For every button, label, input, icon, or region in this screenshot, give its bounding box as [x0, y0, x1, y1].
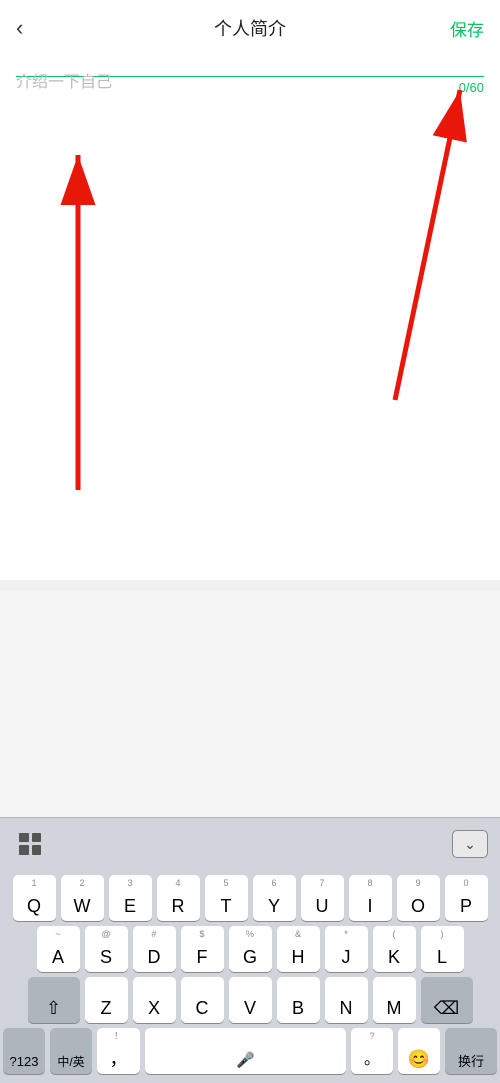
key-y[interactable]: 6Y	[253, 875, 296, 921]
key-j[interactable]: *J	[325, 926, 368, 972]
lang-switch-key[interactable]: 中/英	[50, 1028, 92, 1074]
key-p[interactable]: 0P	[445, 875, 488, 921]
key-d[interactable]: #D	[133, 926, 176, 972]
separator	[0, 580, 500, 590]
key-q[interactable]: 1Q	[13, 875, 56, 921]
key-r[interactable]: 4R	[157, 875, 200, 921]
keyboard-toolbar: ⌄	[0, 817, 500, 869]
delete-button[interactable]: ⌫	[421, 977, 473, 1023]
keyboard-keys: 1Q 2W 3E 4R 5T 6Y 7U 8I 9O 0P ~A @S #D $…	[0, 869, 500, 1083]
return-key[interactable]: 换行	[445, 1028, 497, 1074]
key-e[interactable]: 3E	[109, 875, 152, 921]
key-h[interactable]: &H	[277, 926, 320, 972]
space-key[interactable]: 🎤	[145, 1028, 346, 1074]
keyboard: ⌄ 1Q 2W 3E 4R 5T 6Y 7U 8I 9O 0P ~A @S #D…	[0, 817, 500, 1083]
key-l[interactable]: )L	[421, 926, 464, 972]
bio-placeholder: 介绍一下自己	[16, 68, 112, 92]
key-s[interactable]: @S	[85, 926, 128, 972]
back-button[interactable]: ‹	[16, 15, 56, 41]
grid-cell	[19, 833, 29, 843]
key-x[interactable]: X	[133, 977, 176, 1023]
key-k[interactable]: (K	[373, 926, 416, 972]
key-z[interactable]: Z	[85, 977, 128, 1023]
grid-cell	[32, 833, 42, 843]
nav-bar: ‹ 个人简介 保存	[0, 0, 500, 56]
grid-icon-button[interactable]	[12, 826, 48, 862]
key-g[interactable]: %G	[229, 926, 272, 972]
key-i[interactable]: 8I	[349, 875, 392, 921]
save-button[interactable]: 保存	[444, 16, 484, 41]
page-title: 个人简介	[214, 15, 286, 41]
grid-cell	[19, 845, 29, 855]
emoji-key[interactable]: 😊	[398, 1028, 440, 1074]
key-row-1: 1Q 2W 3E 4R 5T 6Y 7U 8I 9O 0P	[3, 875, 497, 921]
bio-input-area[interactable]: 介绍一下自己 0/60	[0, 56, 500, 77]
key-b[interactable]: B	[277, 977, 320, 1023]
key-row-4: ?123 中/英 ！ ， 🎤 ? 。 😊 换行	[3, 1028, 497, 1074]
keyboard-collapse-button[interactable]: ⌄	[452, 830, 488, 858]
key-a[interactable]: ~A	[37, 926, 80, 972]
grid-cell	[32, 845, 42, 855]
key-f[interactable]: $F	[181, 926, 224, 972]
key-t[interactable]: 5T	[205, 875, 248, 921]
bio-counter: 0/60	[459, 80, 484, 95]
shift-button[interactable]: ⇧	[28, 977, 80, 1023]
key-row-3: ⇧ Z X C V B N M ⌫	[3, 977, 497, 1023]
key-v[interactable]: V	[229, 977, 272, 1023]
key-w[interactable]: 2W	[61, 875, 104, 921]
key-n[interactable]: N	[325, 977, 368, 1023]
key-c[interactable]: C	[181, 977, 224, 1023]
key-row-2: ~A @S #D $F %G &H *J (K )L	[3, 926, 497, 972]
num-key[interactable]: ?123	[3, 1028, 45, 1074]
key-o[interactable]: 9O	[397, 875, 440, 921]
key-u[interactable]: 7U	[301, 875, 344, 921]
comma-key[interactable]: ！ ，	[97, 1028, 140, 1074]
grid-icon	[19, 833, 41, 855]
period-key[interactable]: ? 。	[351, 1028, 393, 1074]
chevron-down-icon: ⌄	[464, 837, 476, 851]
key-m[interactable]: M	[373, 977, 416, 1023]
